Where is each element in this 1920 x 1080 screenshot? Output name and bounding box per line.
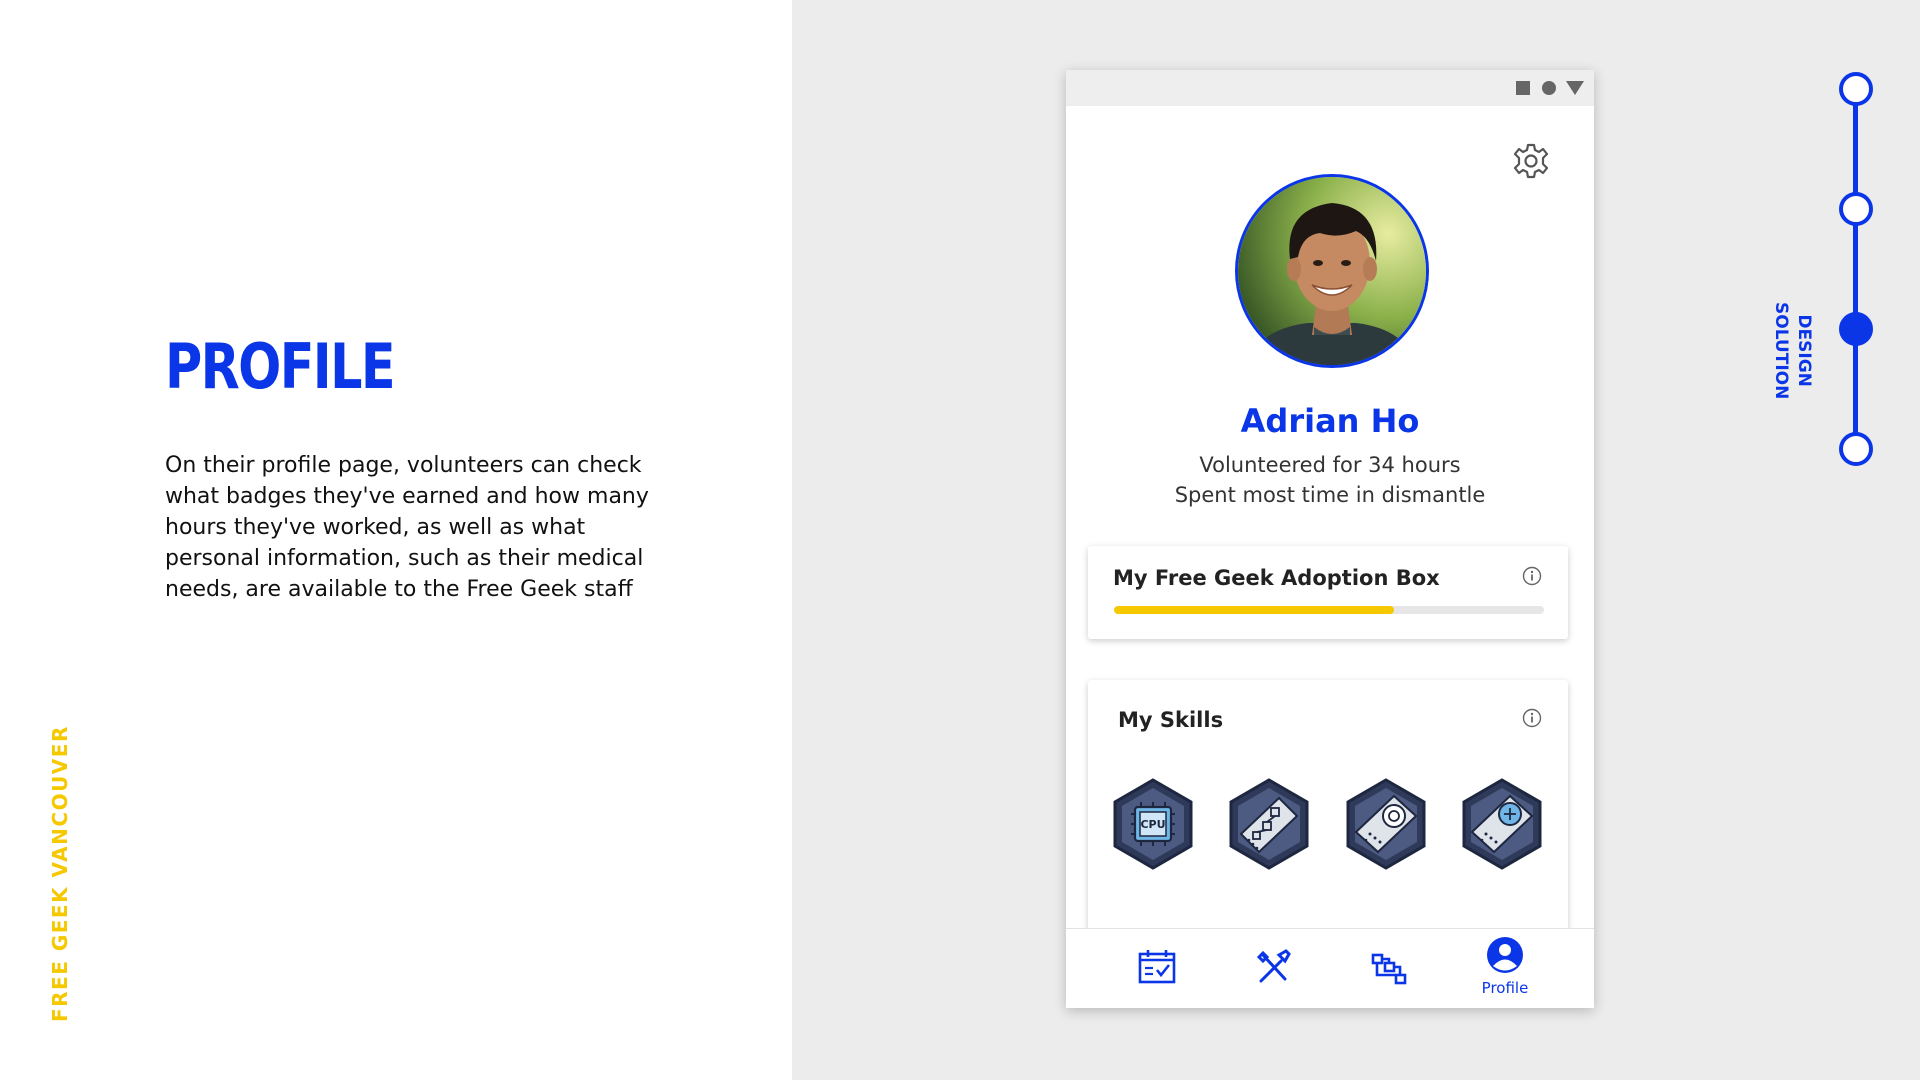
nav-item-tools[interactable] xyxy=(1228,929,1318,1008)
nav-item-profile[interactable]: Profile xyxy=(1460,929,1550,1008)
triangle-icon xyxy=(1566,81,1584,95)
nav-item-calendar[interactable] xyxy=(1112,929,1202,1008)
avatar[interactable] xyxy=(1235,174,1429,368)
progress-timeline xyxy=(1835,70,1875,470)
page-description: On their profile page, volunteers can ch… xyxy=(165,453,649,602)
expansion-card-badge-icon[interactable] xyxy=(1344,778,1428,870)
status-bar xyxy=(1066,70,1594,106)
timeline-step-3[interactable] xyxy=(1839,312,1873,346)
graphics-card-badge-icon[interactable] xyxy=(1460,778,1544,870)
left-panel: PROFILE On their profile page, volunteer… xyxy=(0,0,792,1080)
page-title: PROFILE xyxy=(165,330,396,403)
info-icon[interactable] xyxy=(1522,566,1542,586)
phone-mockup: Adrian Ho Volunteered for 34 hours Spent… xyxy=(1066,70,1594,1008)
square-icon xyxy=(1516,81,1530,95)
timeline-step-2[interactable] xyxy=(1839,192,1873,226)
nav-item-structure[interactable] xyxy=(1344,929,1434,1008)
timeline-label-line1: DESIGN xyxy=(1794,314,1814,387)
circle-icon xyxy=(1542,81,1556,95)
timeline-step-1[interactable] xyxy=(1839,72,1873,106)
adoption-progress-bar xyxy=(1114,606,1544,614)
adoption-progress-fill xyxy=(1114,606,1394,614)
sitemap-icon xyxy=(1371,953,1407,985)
cpu-badge-icon[interactable]: CPU xyxy=(1111,778,1195,870)
calendar-icon xyxy=(1138,950,1176,984)
most-time-area: Spent most time in dismantle xyxy=(1174,483,1486,507)
adoption-box-card[interactable]: My Free Geek Adoption Box xyxy=(1088,546,1568,639)
timeline-label-line2: SOLUTION xyxy=(1771,302,1791,400)
timeline-step-4[interactable] xyxy=(1839,432,1873,466)
profile-name: Adrian Ho xyxy=(1240,402,1420,440)
profile-icon xyxy=(1487,937,1523,973)
info-icon[interactable] xyxy=(1522,708,1542,728)
brand-label: FREE GEEK VANCOUVER xyxy=(48,725,72,1022)
cpu-badge-text: CPU xyxy=(1140,818,1165,831)
adoption-box-title: My Free Geek Adoption Box xyxy=(1113,566,1440,590)
skills-title: My Skills xyxy=(1118,708,1224,732)
timeline-line xyxy=(1853,88,1858,448)
circuit-board-badge-icon[interactable] xyxy=(1227,778,1311,870)
settings-gear-icon[interactable] xyxy=(1510,140,1552,182)
tools-icon xyxy=(1256,949,1291,983)
nav-label-profile: Profile xyxy=(1481,979,1529,997)
bottom-nav: Profile xyxy=(1066,928,1594,1008)
volunteer-hours: Volunteered for 34 hours xyxy=(1199,453,1461,477)
timeline-label: DESIGN SOLUTION xyxy=(1769,302,1815,399)
